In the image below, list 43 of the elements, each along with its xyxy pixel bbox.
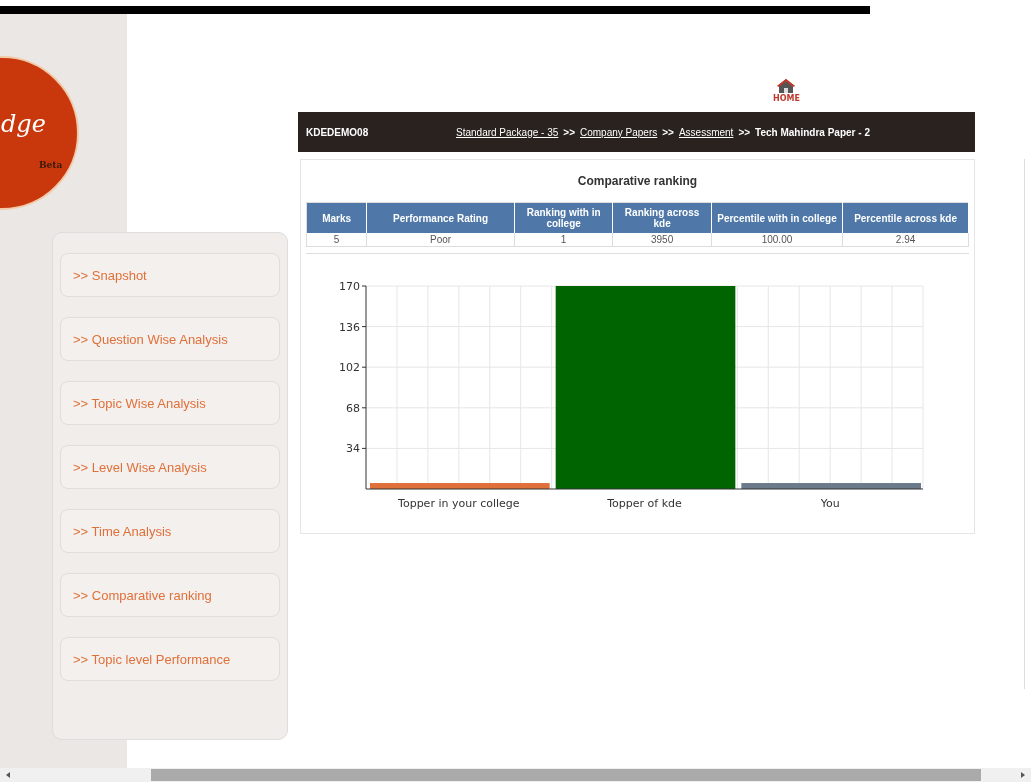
table-cell: 3950: [612, 233, 712, 247]
breadcrumb-link[interactable]: Standard Package - 35: [456, 126, 559, 138]
column-header: Ranking with in college: [514, 202, 613, 233]
sidebar-item[interactable]: >> Time Analysis: [60, 509, 280, 553]
user-id: KDEDEMO08: [306, 126, 370, 138]
column-header: Percentile across kde: [842, 202, 969, 233]
tick-label: 102: [339, 361, 360, 375]
breadcrumb-link[interactable]: Company Papers: [580, 126, 658, 138]
tick-label: 136: [339, 320, 360, 334]
home-icon[interactable]: [776, 78, 797, 94]
sidebar-item[interactable]: >> Level Wise Analysis: [60, 445, 280, 489]
section-title: Comparative ranking: [576, 174, 699, 190]
horizontal-scrollbar[interactable]: [0, 768, 1031, 782]
column-header: Ranking across kde: [612, 202, 712, 233]
sidebar-item[interactable]: >> Snapshot: [60, 253, 280, 297]
logo-text: dge: [1, 110, 46, 138]
beta-label: Beta: [39, 160, 63, 170]
sidebar-item[interactable]: >> Question Wise Analysis: [60, 317, 280, 361]
column-header: Marks: [306, 202, 367, 233]
table-cell: 1: [514, 233, 613, 247]
axis-label: Topper of kde: [607, 497, 682, 510]
tick-label: 68: [346, 401, 360, 415]
column-header: Percentile with in college: [711, 202, 843, 233]
breadcrumb-separator: >>: [662, 126, 674, 138]
sidebar-item[interactable]: >> Topic Wise Analysis: [60, 381, 280, 425]
tick-label: 170: [339, 280, 360, 293]
axis-label: Topper in your college: [398, 497, 520, 510]
sidebar-item[interactable]: >> Topic level Performance: [60, 637, 280, 681]
scroll-left-icon[interactable]: [6, 772, 10, 778]
column-header: Performance Rating: [366, 202, 515, 233]
home-label[interactable]: HOME: [773, 94, 800, 103]
table-cell: 5: [306, 233, 367, 247]
table-cell: Poor: [366, 233, 515, 247]
breadcrumb-separator: >>: [563, 126, 575, 138]
table-cell: 100.00: [711, 233, 843, 247]
axis-label: You: [820, 497, 840, 510]
sidebar-item[interactable]: >> Comparative ranking: [60, 573, 280, 617]
breadcrumb-current: Tech Mahindra Paper - 2: [755, 126, 870, 138]
scroll-right-icon[interactable]: [1021, 772, 1025, 778]
breadcrumb-separator: >>: [738, 126, 751, 138]
breadcrumb-link[interactable]: Assessment: [678, 126, 734, 138]
tick-label: 34: [346, 442, 360, 456]
table-cell: 2.94: [842, 233, 969, 247]
